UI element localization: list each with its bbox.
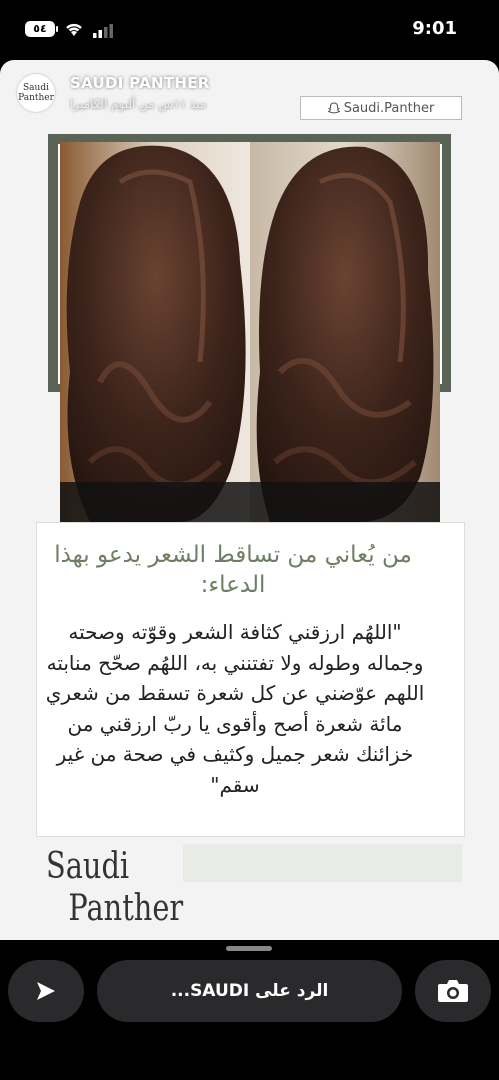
status-bar: ٥٤ 9:01 (0, 0, 499, 60)
post-body: "اللهُم ارزقني كثافة الشعر وقوّته وصحته … (45, 620, 425, 797)
brand-logo: Saudi Panther (46, 846, 183, 930)
hair-photo-right (250, 142, 440, 522)
snapchat-handle-badge: Saudi.Panther (300, 96, 462, 120)
story-content[interactable]: Saudi Panther SAUDI PANTHER منذ ١١س من أ… (0, 60, 499, 940)
clock: 9:01 (412, 18, 457, 39)
send-arrow-icon (37, 982, 55, 1000)
cellular-signal-icon (93, 24, 113, 38)
sheet-handle[interactable] (226, 946, 272, 951)
camera-icon (438, 980, 468, 1002)
battery-icon: ٥٤ (25, 21, 58, 37)
reply-input[interactable]: الرد على SAUDI... (97, 960, 402, 1022)
avatar-text: Saudi Panther (18, 83, 54, 103)
snapchat-handle: Saudi.Panther (343, 100, 435, 116)
brand-line-1: Saudi (46, 846, 130, 887)
reply-placeholder: الرد على SAUDI... (170, 981, 329, 1001)
post-title: من يُعاني من تساقط الشعر يدعو بهذا الدعا… (54, 542, 412, 598)
send-button[interactable] (8, 960, 84, 1022)
wifi-icon (66, 23, 82, 36)
snapchat-ghost-icon (327, 102, 340, 114)
account-name[interactable]: SAUDI PANTHER (70, 74, 210, 92)
hair-photo-left (60, 142, 250, 522)
camera-button[interactable] (415, 960, 491, 1022)
brand-line-2: Panther (68, 888, 184, 929)
story-timestamp: منذ ١١س من ألبوم الكاميرا (70, 97, 207, 111)
account-avatar[interactable]: Saudi Panther (17, 74, 55, 112)
brand-bar (183, 844, 462, 882)
